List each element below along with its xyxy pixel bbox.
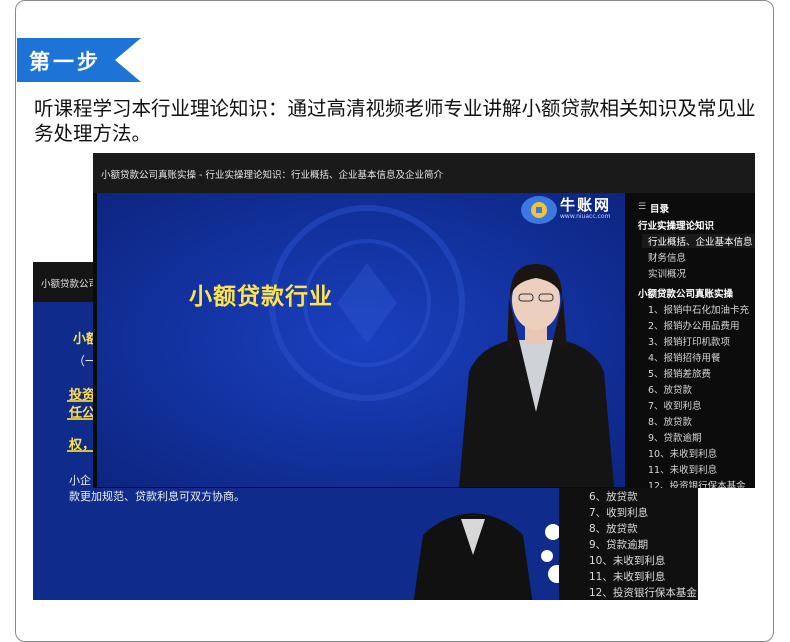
catalog-sidebar: ☰ 目录 行业实操理论知识 行业概括、企业基本信息 财务信息 实训概况 小额贷款… [634, 193, 755, 488]
back-list-item[interactable]: 7、收到利息 [589, 505, 648, 520]
sidebar-item[interactable]: 4、报销招待用餐 [648, 350, 721, 364]
back-list-item[interactable]: 8、放贷款 [589, 521, 638, 536]
back-list-item[interactable]: 10、未收到利息 [589, 553, 665, 568]
back-window-title: 小额贷款公司 [41, 279, 99, 290]
sidebar-item[interactable]: 7、收到利息 [648, 398, 702, 412]
back-underline-3 [67, 450, 95, 452]
back-list-item[interactable]: 11、未收到利息 [589, 569, 665, 584]
logo-coin-icon [521, 196, 557, 224]
sidebar-item[interactable]: 财务信息 [648, 250, 686, 264]
sidebar-item[interactable]: 11、未收到利息 [648, 462, 717, 476]
sidebar-item[interactable]: 8、放贷款 [648, 414, 692, 428]
logo-url: www.niuacc.com [560, 213, 611, 220]
sidebar-heading: 目录 [650, 204, 670, 215]
back-underline-2 [67, 418, 95, 420]
sidebar-item[interactable]: 实训概况 [648, 266, 686, 280]
presenter-figure [459, 264, 614, 487]
sidebar-item[interactable]: 5、报销差旅费 [648, 366, 711, 380]
sidebar-item[interactable]: 12、投资银行保本基金 [648, 478, 746, 488]
sidebar-section-1[interactable]: 行业实操理论知识 [638, 218, 714, 232]
video-slide-title: 小额贷款行业 [189, 284, 333, 310]
sidebar-item[interactable]: 9、贷款逾期 [648, 430, 702, 444]
front-window-title: 小额贷款公司真账实操 - 行业实操理论知识：行业概括、企业基本信息及企业简介 [101, 170, 443, 181]
sidebar-item[interactable]: 10、未收到利息 [648, 446, 717, 460]
intro-text: 听课程学习本行业理论知识：通过高清视频老师专业讲解小额贷款相关知识及常见业务处理… [34, 97, 756, 145]
video-player[interactable]: 牛账网 www.niuacc.com 小额贷款行业 [97, 193, 625, 487]
sidebar-item-active[interactable]: 行业概括、企业基本信息 [642, 234, 755, 248]
back-text-6: 小企 [69, 474, 91, 487]
sidebar-section-2[interactable]: 小额贷款公司真账实操 [638, 286, 733, 300]
sidebar-item[interactable]: 1、报销中石化加油卡充 [648, 302, 749, 316]
sidebar-item[interactable]: 6、放贷款 [648, 382, 692, 396]
logo-name: 牛账网 [560, 196, 612, 214]
back-list-panel: 6、放贷款 7、收到利息 8、放贷款 9、贷款逾期 10、未收到利息 11、未收… [559, 474, 698, 600]
step-tag: 第一步 [17, 38, 141, 82]
back-list-item[interactable]: 12、投资银行保本基金 [589, 585, 697, 600]
front-title-bar: 小额贷款公司真账实操 - 行业实操理论知识：行业概括、企业基本信息及企业简介 [93, 153, 755, 193]
front-screenshot: 小额贷款公司真账实操 - 行业实操理论知识：行业概括、企业基本信息及企业简介 牛… [93, 153, 755, 488]
back-presenter-figure [413, 513, 533, 600]
list-icon: ☰ [638, 202, 647, 212]
sidebar-item[interactable]: 2、报销办公用品费用 [648, 318, 740, 332]
back-text-7: 款更加规范、贷款利息可双方协商。 [69, 490, 245, 503]
back-list-item[interactable]: 6、放贷款 [589, 489, 638, 504]
step-label: 第一步 [29, 50, 101, 74]
back-list-item[interactable]: 9、贷款逾期 [589, 537, 648, 552]
sidebar-item[interactable]: 3、报销打印机款项 [648, 334, 730, 348]
